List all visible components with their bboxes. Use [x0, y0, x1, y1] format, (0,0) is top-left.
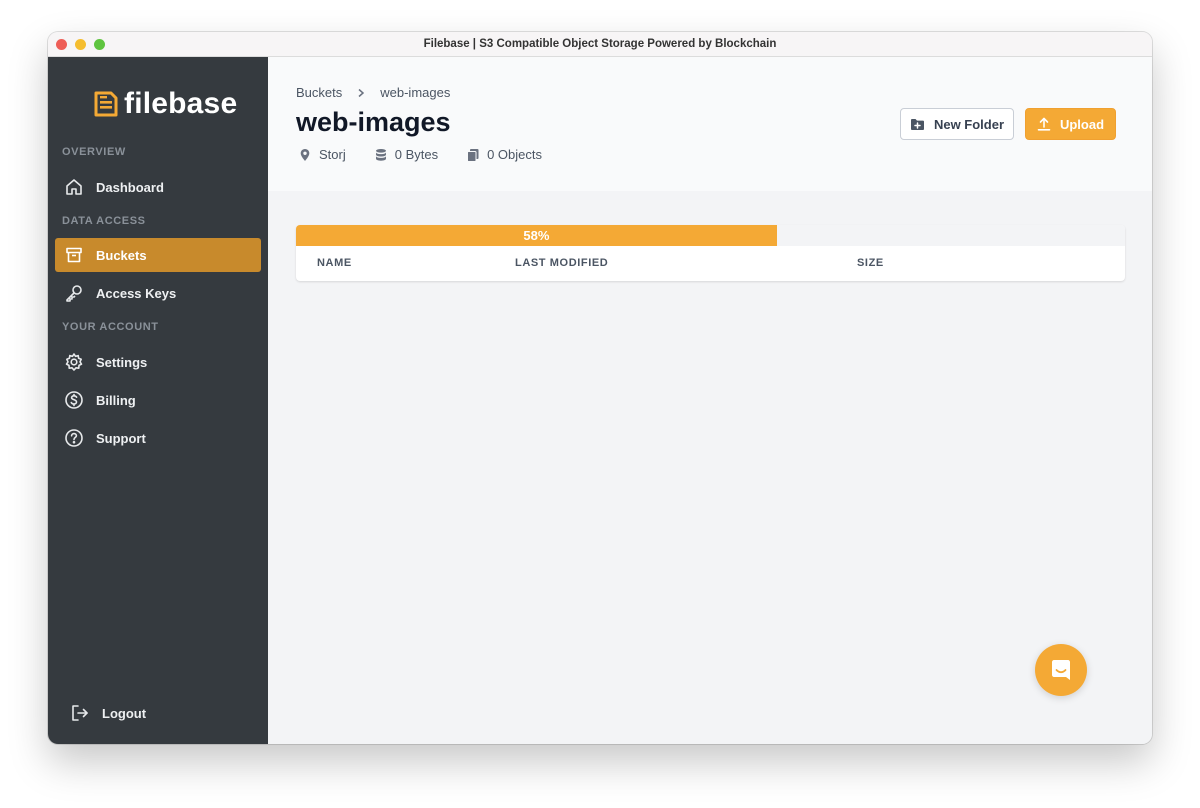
sidebar-item-label: Settings [96, 354, 148, 370]
app-window: Filebase | S3 Compatible Object Storage … [48, 32, 1152, 744]
logout-icon [72, 705, 88, 721]
breadcrumb-current: web-images [380, 85, 451, 100]
section-label-your-account: YOUR ACCOUNT [62, 321, 159, 333]
upload-button[interactable]: Upload [1025, 108, 1116, 140]
sidebar-item-support[interactable]: Support [55, 421, 261, 455]
chat-icon [1052, 660, 1070, 680]
bucket-object-count-label: 0 Objects [487, 147, 543, 162]
upload-progress-bar: 58% [296, 225, 1125, 246]
close-window-button[interactable] [56, 39, 67, 50]
sidebar-item-label: Support [96, 430, 146, 446]
page-title: web-images [296, 107, 451, 137]
upload-icon [1037, 117, 1051, 131]
dollar-icon [65, 391, 83, 409]
documents-icon [467, 148, 479, 162]
bucket-network-label: Storj [319, 147, 346, 162]
sidebar-item-label: Access Keys [96, 285, 177, 301]
logo-text: filebase [124, 87, 238, 120]
maximize-window-button[interactable] [94, 39, 105, 50]
upload-label: Upload [1059, 116, 1105, 132]
help-icon [65, 429, 83, 447]
logo[interactable]: filebase [92, 87, 237, 121]
bucket-object-count: 0 Objects [466, 147, 542, 162]
window-title: Filebase | S3 Compatible Object Storage … [423, 38, 777, 50]
column-header-last-modified[interactable]: LAST MODIFIED [515, 257, 608, 269]
new-folder-label: New Folder [933, 116, 1005, 132]
sidebar-item-billing[interactable]: Billing [55, 383, 261, 417]
sidebar-item-dashboard[interactable]: Dashboard [55, 170, 261, 204]
sidebar-item-buckets[interactable]: Buckets [55, 238, 261, 272]
folder-plus-icon [910, 118, 924, 130]
sidebar-item-label: Billing [96, 392, 136, 408]
title-bar: Filebase | S3 Compatible Object Storage … [48, 32, 1152, 57]
minimize-window-button[interactable] [75, 39, 86, 50]
upload-progress-label: 58% [523, 228, 550, 243]
gear-icon [65, 353, 83, 371]
bucket-meta: Storj 0 Bytes 0 Objects [298, 147, 542, 162]
column-header-size[interactable]: SIZE [857, 257, 884, 269]
chat-widget-button[interactable] [1035, 644, 1087, 696]
bucket-size: 0 Bytes [374, 147, 438, 162]
database-icon [375, 148, 386, 161]
bucket-network: Storj [298, 147, 346, 162]
sidebar: filebase OVERVIEW Dashboard DATA ACCESS … [48, 57, 268, 744]
section-label-data-access: DATA ACCESS [62, 215, 146, 227]
column-header-name[interactable]: NAME [317, 257, 352, 269]
file-logo-icon [94, 91, 118, 117]
home-icon [66, 179, 82, 195]
section-label-overview: OVERVIEW [62, 146, 126, 158]
logout-button[interactable]: Logout [70, 703, 146, 723]
sidebar-item-access-keys[interactable]: Access Keys [55, 276, 261, 310]
sidebar-item-label: Buckets [96, 247, 147, 263]
key-icon [66, 285, 82, 302]
sidebar-item-label: Dashboard [96, 179, 164, 195]
chevron-right-icon [358, 88, 365, 97]
bucket-size-label: 0 Bytes [394, 147, 439, 162]
upload-progress-fill: 58% [296, 225, 777, 246]
location-pin-icon [300, 148, 310, 161]
breadcrumb: Buckets web-images [296, 85, 450, 100]
objects-table: 58% NAME LAST MODIFIED SIZE [296, 225, 1125, 281]
new-folder-button[interactable]: New Folder [900, 108, 1014, 140]
logout-label: Logout [102, 705, 147, 721]
window-controls [56, 39, 105, 50]
sidebar-item-settings[interactable]: Settings [55, 345, 261, 379]
breadcrumb-link-buckets[interactable]: Buckets [296, 85, 342, 100]
page-header: Buckets web-images web-images Storj 0 By… [268, 57, 1152, 191]
main-content: Buckets web-images web-images Storj 0 By… [268, 57, 1152, 744]
archive-icon [66, 247, 82, 263]
